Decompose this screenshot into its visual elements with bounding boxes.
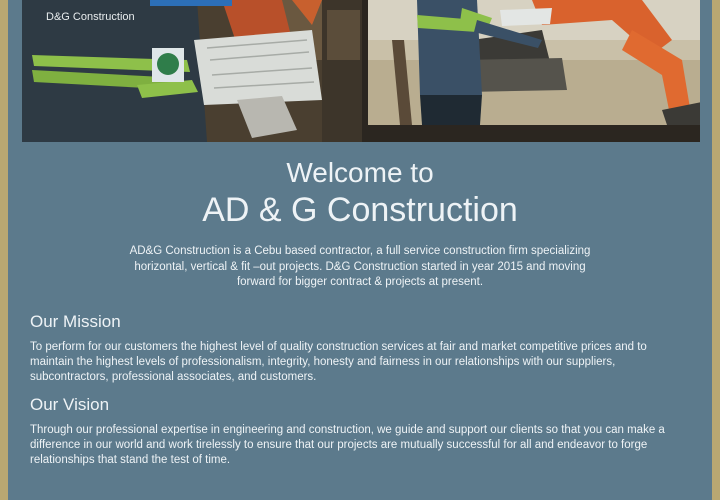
intro-section: Welcome to AD & G Construction AD&G Cons…	[8, 156, 712, 291]
mission-section: Our Mission To perform for our customers…	[30, 312, 690, 385]
intro-description: AD&G Construction is a Cebu based contra…	[129, 245, 591, 288]
mission-text: To perform for our customers the highest…	[30, 341, 647, 383]
hero-photo-collage: D&G Construction	[22, 0, 700, 142]
mission-heading: Our Mission	[30, 312, 121, 331]
shirt-print-text: D&G Construction	[46, 11, 135, 23]
vision-text: Through our professional expertise in en…	[30, 424, 665, 466]
company-title: AD & G Construction	[202, 191, 518, 229]
vision-heading: Our Vision	[30, 395, 110, 414]
page-content: D&G Construction Welcome to AD & G Const…	[8, 0, 712, 500]
hero-banner: D&G Construction	[22, 0, 700, 142]
vision-section: Our Vision Through our professional expe…	[30, 395, 690, 468]
hero-photo-right	[368, 0, 700, 125]
hero-accent-bar	[150, 0, 232, 6]
welcome-heading: Welcome to	[286, 157, 434, 188]
